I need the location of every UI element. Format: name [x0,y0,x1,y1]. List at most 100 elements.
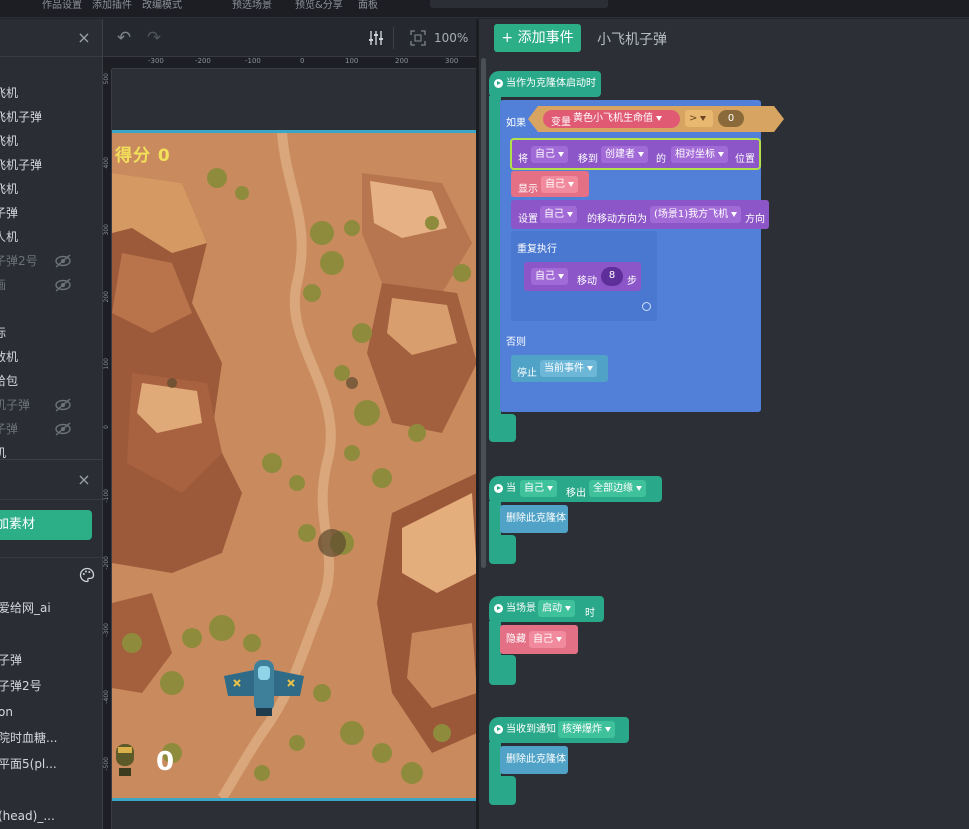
add-asset-button[interactable]: 加素材 [0,510,92,540]
menu-item-work-settings[interactable]: 作品设置 [42,0,82,11]
game-canvas[interactable]: 得分 0 0 [112,133,477,798]
steps-input[interactable]: 8 [601,267,623,286]
add-event-button[interactable]: + 添加事件 [494,24,581,52]
layer-item[interactable]: 飞机子弹 [0,153,102,177]
eye-hidden-icon[interactable] [54,254,72,268]
layer-item[interactable]: 标 [0,321,102,345]
sliders-icon[interactable] [367,29,385,47]
block-text: 的移动方向为 [587,214,647,225]
block-text: 设置 [518,214,538,225]
ruler-tick-label: -400 [103,690,110,704]
edge-dropdown[interactable]: 全部边缘 [589,480,646,497]
asset-item[interactable]: 爱给网_ai [0,595,102,621]
asset-item[interactable]: 平面5(pl... [0,751,102,777]
layer-item[interactable]: 飞机 [0,81,102,105]
menu-item-remix-mode[interactable]: 改编模式 [142,0,182,11]
ruler-tick-label: -500 [103,757,110,771]
top-search-box[interactable] [430,0,608,8]
asset-item[interactable]: 子弹2号 [0,673,102,699]
stage-area: ↶ ↷ 100% -300 -200 -100 0 100 200 300 50… [102,19,477,829]
close-icon[interactable]: × [77,472,91,488]
menu-item-add-plugin[interactable]: 添加插件 [92,0,132,11]
self-dropdown[interactable]: 自己 [531,268,568,285]
if-label: 如果 [506,118,526,129]
menu-item-preview-share[interactable]: 预览&分享 [295,0,343,11]
layer-item[interactable]: 子弹 [0,417,102,441]
redo-icon[interactable]: ↷ [145,29,163,47]
self-dropdown[interactable]: 自己 [540,206,577,223]
block-text: 时 [585,608,595,619]
eye-hidden-icon[interactable] [54,278,72,292]
ruler-tick-label: 400 [103,157,110,169]
ruler-tick-label: -200 [195,57,211,65]
asset-item[interactable] [0,777,102,803]
block-text: 删除此克隆体 [506,513,566,524]
ruler-tick-label: 100 [345,57,359,65]
desert-canyon-background [112,133,477,798]
eye-hidden-icon[interactable] [54,422,72,436]
self-dropdown[interactable]: 自己 [541,176,578,193]
eye-hidden-icon[interactable] [54,398,72,412]
ruler-tick-label: -300 [148,57,164,65]
play-icon [494,79,503,88]
event-hat-block[interactable]: 当作为克隆体启动时 [489,71,601,97]
layer-item[interactable]: z [0,297,102,321]
asset-item[interactable]: on [0,699,102,725]
fit-screen-icon[interactable] [409,29,427,47]
layer-item[interactable]: 子弹2号 [0,249,102,273]
layer-item[interactable]: 飞机 [0,129,102,153]
code-editor-header: + 添加事件 小飞机子弹 [479,19,969,57]
layer-item[interactable]: 人机 [0,225,102,249]
property-dropdown[interactable]: 相对坐标 [671,146,728,163]
asset-item[interactable]: 院时血糖... [0,725,102,751]
layer-item[interactable]: 机 [0,441,102,459]
layer-item[interactable]: 飞机 [0,177,102,201]
self-dropdown[interactable]: 自己 [531,146,568,163]
delete-clone-block[interactable]: 删除此克隆体 [500,505,568,533]
layer-item[interactable]: 敌机 [0,345,102,369]
block-text: 移到 [578,154,598,165]
layer-item[interactable]: 给包 [0,369,102,393]
layer-item[interactable]: 机子弹 [0,393,102,417]
play-icon [494,484,503,493]
lives-count: 0 [156,747,175,777]
block-text: 移出 [566,488,586,499]
close-icon[interactable]: × [77,30,91,46]
asset-item[interactable] [0,621,102,647]
palette-icon[interactable] [79,567,95,583]
else-label: 否则 [506,337,526,348]
ruler-tick-label: 500 [103,73,110,85]
compare-value[interactable]: 0 [718,110,744,127]
stage-border [112,798,477,801]
stop-target-dropdown[interactable]: 当前事件 [540,360,597,377]
asset-item[interactable]: (head)_... [0,803,102,829]
ruler-tick-label: 300 [103,224,110,236]
menu-item-panel[interactable]: 面板 [358,0,378,11]
block-text: 停止 [517,368,537,379]
undo-icon[interactable]: ↶ [115,29,133,47]
asset-list: 爱给网_ai 子弹 子弹2号 on 院时血糖... 平面5(pl... (hea… [0,595,102,829]
layer-item[interactable]: 飞机子弹 [0,105,102,129]
self-dropdown[interactable]: 自己 [520,480,557,497]
zoom-level[interactable]: 100% [434,31,468,45]
operator-dropdown[interactable]: > [685,110,713,127]
target-dropdown[interactable]: (场景1)我方飞机 [650,206,742,223]
code-scrollbar[interactable] [481,58,486,568]
score-display: 得分 0 [115,141,171,166]
menu-item-preselect-scene[interactable]: 预选场景 [232,0,272,11]
layer-item[interactable]: 子弹 [0,201,102,225]
repeat-label: 重复执行 [517,244,557,255]
block-text: 的 [656,154,666,165]
asset-item[interactable]: 子弹 [0,647,102,673]
event-hat-label: 当收到通知 [506,724,556,735]
self-dropdown[interactable]: 自己 [529,631,566,648]
delete-clone-block[interactable]: 删除此克隆体 [500,746,568,774]
ruler-tick-label: -100 [103,489,110,503]
layer-item[interactable]: 画 [0,273,102,297]
block-text: 删除此克隆体 [506,754,566,765]
ruler-tick-label: 200 [103,291,110,303]
scene-state-dropdown[interactable]: 启动 [538,600,575,617]
assets-panel-header: × [0,460,102,500]
message-dropdown[interactable]: 核弹爆炸 [558,721,615,738]
target-dropdown[interactable]: 创建者 [601,146,648,163]
